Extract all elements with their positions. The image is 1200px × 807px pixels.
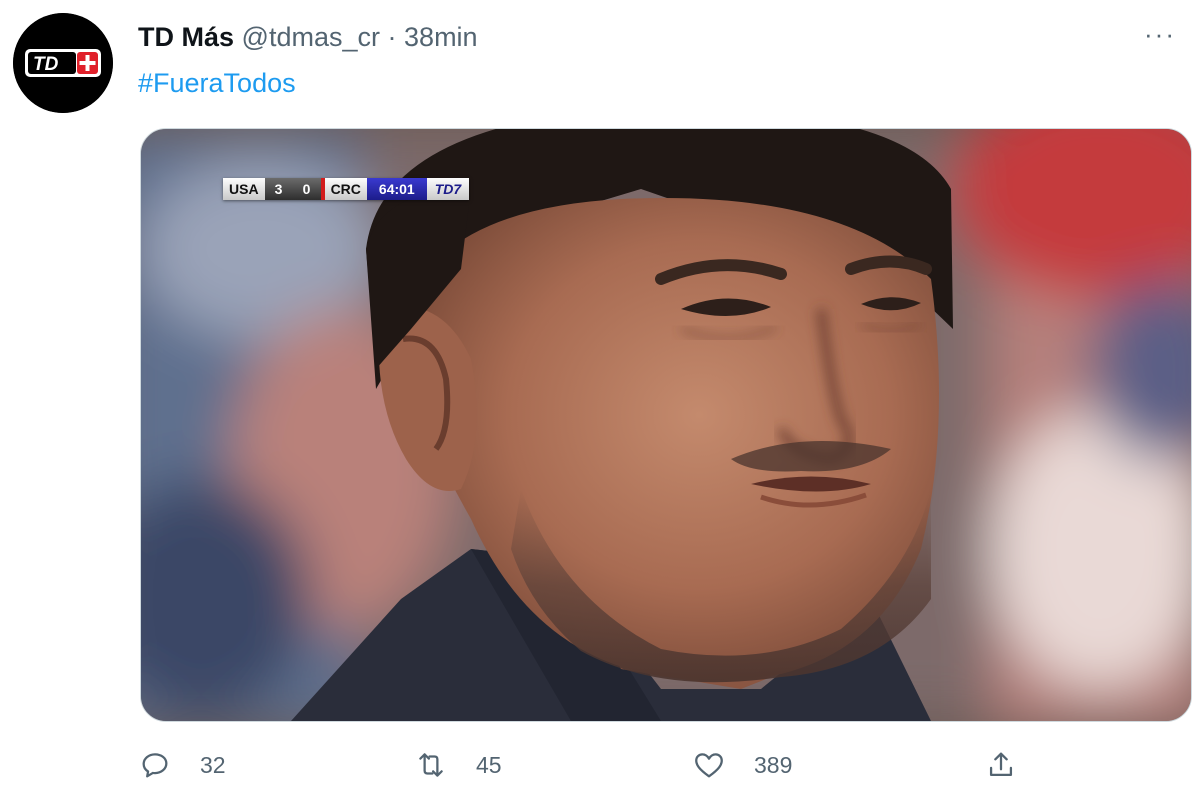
reply-icon: [142, 753, 168, 778]
reply-count: 32: [200, 751, 226, 778]
avatar[interactable]: TD: [13, 13, 113, 113]
reply-button[interactable]: 32: [138, 748, 226, 782]
author-handle[interactable]: @tdmas_cr: [242, 22, 380, 52]
author-name[interactable]: TD Más: [138, 22, 234, 52]
retweet-icon: [419, 753, 443, 777]
scorebug-home-score: 3: [264, 178, 293, 200]
scorebug: USA 3 0 CRC 64:01 TD7: [223, 178, 470, 200]
photo-coach-face: [141, 129, 1191, 721]
hashtag-link[interactable]: #FueraTodos: [138, 66, 296, 100]
scorebug-channel-logo: TD7: [426, 178, 470, 200]
like-button[interactable]: 389: [692, 748, 792, 782]
separator-dot: ·: [387, 22, 397, 52]
like-count: 389: [754, 751, 793, 778]
retweet-button[interactable]: 45: [414, 748, 502, 782]
scorebug-away-team: CRC: [324, 178, 367, 200]
retweet-count: 45: [476, 751, 502, 778]
timestamp[interactable]: 38min: [404, 22, 478, 52]
more-options-icon[interactable]: ···: [1144, 21, 1176, 47]
scorebug-clock: 64:01: [366, 178, 427, 200]
tweet-header: TD Más @tdmas_cr · 38min: [138, 20, 478, 54]
tweet-actions: 32 45 389: [138, 748, 1138, 792]
scorebug-away-score: 0: [292, 178, 321, 200]
scorebug-home-team: USA: [223, 178, 265, 200]
svg-text:TD: TD: [33, 54, 59, 75]
td-mas-logo: TD: [13, 13, 113, 113]
tweet-media[interactable]: USA 3 0 CRC 64:01 TD7: [140, 128, 1192, 722]
share-button[interactable]: [984, 748, 1018, 782]
heart-icon: [695, 753, 723, 778]
share-icon: [989, 752, 1013, 777]
